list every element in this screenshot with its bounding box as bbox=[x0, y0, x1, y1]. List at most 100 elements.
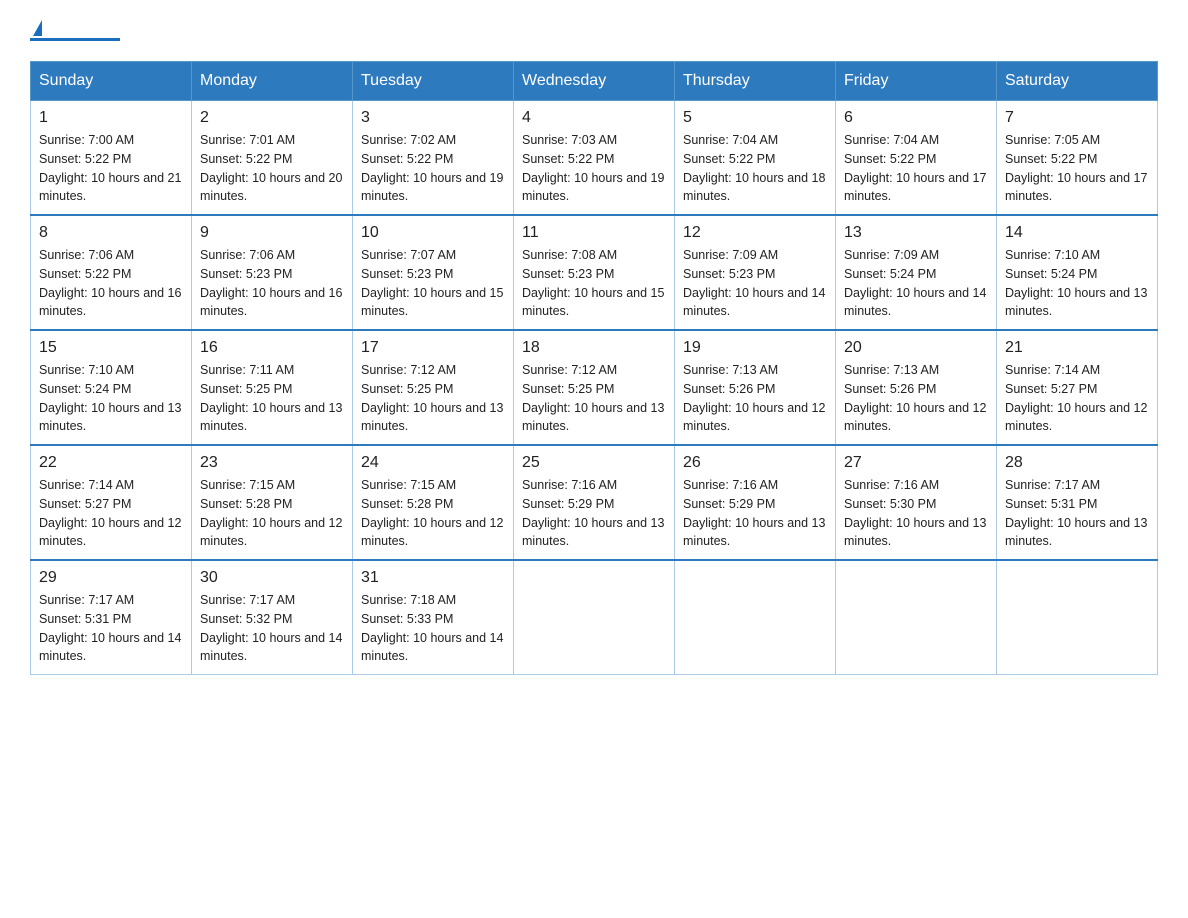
day-info: Sunrise: 7:12 AMSunset: 5:25 PMDaylight:… bbox=[361, 361, 505, 436]
calendar-cell: 8 Sunrise: 7:06 AMSunset: 5:22 PMDayligh… bbox=[31, 215, 192, 330]
page-header bbox=[30, 20, 1158, 41]
calendar-cell: 19 Sunrise: 7:13 AMSunset: 5:26 PMDaylig… bbox=[675, 330, 836, 445]
calendar-cell: 16 Sunrise: 7:11 AMSunset: 5:25 PMDaylig… bbox=[192, 330, 353, 445]
calendar-cell: 12 Sunrise: 7:09 AMSunset: 5:23 PMDaylig… bbox=[675, 215, 836, 330]
calendar-cell: 15 Sunrise: 7:10 AMSunset: 5:24 PMDaylig… bbox=[31, 330, 192, 445]
day-number: 16 bbox=[200, 339, 344, 357]
day-info: Sunrise: 7:10 AMSunset: 5:24 PMDaylight:… bbox=[1005, 246, 1149, 321]
col-header-monday: Monday bbox=[192, 62, 353, 101]
calendar-cell: 31 Sunrise: 7:18 AMSunset: 5:33 PMDaylig… bbox=[353, 560, 514, 675]
calendar-cell: 23 Sunrise: 7:15 AMSunset: 5:28 PMDaylig… bbox=[192, 445, 353, 560]
calendar-cell: 27 Sunrise: 7:16 AMSunset: 5:30 PMDaylig… bbox=[836, 445, 997, 560]
day-info: Sunrise: 7:07 AMSunset: 5:23 PMDaylight:… bbox=[361, 246, 505, 321]
day-info: Sunrise: 7:06 AMSunset: 5:22 PMDaylight:… bbox=[39, 246, 183, 321]
day-info: Sunrise: 7:17 AMSunset: 5:31 PMDaylight:… bbox=[1005, 476, 1149, 551]
calendar-cell: 14 Sunrise: 7:10 AMSunset: 5:24 PMDaylig… bbox=[997, 215, 1158, 330]
day-info: Sunrise: 7:16 AMSunset: 5:29 PMDaylight:… bbox=[522, 476, 666, 551]
day-info: Sunrise: 7:03 AMSunset: 5:22 PMDaylight:… bbox=[522, 131, 666, 206]
day-number: 5 bbox=[683, 109, 827, 127]
day-number: 24 bbox=[361, 454, 505, 472]
col-header-friday: Friday bbox=[836, 62, 997, 101]
calendar-cell: 3 Sunrise: 7:02 AMSunset: 5:22 PMDayligh… bbox=[353, 101, 514, 216]
day-info: Sunrise: 7:04 AMSunset: 5:22 PMDaylight:… bbox=[844, 131, 988, 206]
day-info: Sunrise: 7:08 AMSunset: 5:23 PMDaylight:… bbox=[522, 246, 666, 321]
calendar-cell: 18 Sunrise: 7:12 AMSunset: 5:25 PMDaylig… bbox=[514, 330, 675, 445]
day-number: 7 bbox=[1005, 109, 1149, 127]
day-number: 28 bbox=[1005, 454, 1149, 472]
calendar-cell: 6 Sunrise: 7:04 AMSunset: 5:22 PMDayligh… bbox=[836, 101, 997, 216]
calendar-cell bbox=[675, 560, 836, 675]
day-info: Sunrise: 7:17 AMSunset: 5:31 PMDaylight:… bbox=[39, 591, 183, 666]
week-row-3: 15 Sunrise: 7:10 AMSunset: 5:24 PMDaylig… bbox=[31, 330, 1158, 445]
day-number: 20 bbox=[844, 339, 988, 357]
day-number: 14 bbox=[1005, 224, 1149, 242]
day-number: 18 bbox=[522, 339, 666, 357]
day-info: Sunrise: 7:16 AMSunset: 5:29 PMDaylight:… bbox=[683, 476, 827, 551]
calendar-cell: 9 Sunrise: 7:06 AMSunset: 5:23 PMDayligh… bbox=[192, 215, 353, 330]
day-number: 19 bbox=[683, 339, 827, 357]
day-number: 9 bbox=[200, 224, 344, 242]
calendar-cell: 26 Sunrise: 7:16 AMSunset: 5:29 PMDaylig… bbox=[675, 445, 836, 560]
day-info: Sunrise: 7:09 AMSunset: 5:23 PMDaylight:… bbox=[683, 246, 827, 321]
day-info: Sunrise: 7:12 AMSunset: 5:25 PMDaylight:… bbox=[522, 361, 666, 436]
day-info: Sunrise: 7:10 AMSunset: 5:24 PMDaylight:… bbox=[39, 361, 183, 436]
col-header-thursday: Thursday bbox=[675, 62, 836, 101]
day-number: 8 bbox=[39, 224, 183, 242]
logo bbox=[30, 20, 120, 41]
calendar-cell: 5 Sunrise: 7:04 AMSunset: 5:22 PMDayligh… bbox=[675, 101, 836, 216]
day-info: Sunrise: 7:04 AMSunset: 5:22 PMDaylight:… bbox=[683, 131, 827, 206]
day-number: 30 bbox=[200, 569, 344, 587]
day-info: Sunrise: 7:15 AMSunset: 5:28 PMDaylight:… bbox=[361, 476, 505, 551]
day-number: 2 bbox=[200, 109, 344, 127]
logo-underline bbox=[30, 38, 120, 41]
day-info: Sunrise: 7:13 AMSunset: 5:26 PMDaylight:… bbox=[844, 361, 988, 436]
calendar-cell: 28 Sunrise: 7:17 AMSunset: 5:31 PMDaylig… bbox=[997, 445, 1158, 560]
day-number: 27 bbox=[844, 454, 988, 472]
calendar-cell: 2 Sunrise: 7:01 AMSunset: 5:22 PMDayligh… bbox=[192, 101, 353, 216]
calendar-cell: 7 Sunrise: 7:05 AMSunset: 5:22 PMDayligh… bbox=[997, 101, 1158, 216]
day-number: 15 bbox=[39, 339, 183, 357]
logo-triangle-icon bbox=[33, 20, 42, 36]
day-number: 3 bbox=[361, 109, 505, 127]
day-number: 4 bbox=[522, 109, 666, 127]
day-info: Sunrise: 7:13 AMSunset: 5:26 PMDaylight:… bbox=[683, 361, 827, 436]
calendar-cell: 11 Sunrise: 7:08 AMSunset: 5:23 PMDaylig… bbox=[514, 215, 675, 330]
day-number: 21 bbox=[1005, 339, 1149, 357]
day-number: 26 bbox=[683, 454, 827, 472]
day-info: Sunrise: 7:02 AMSunset: 5:22 PMDaylight:… bbox=[361, 131, 505, 206]
day-info: Sunrise: 7:05 AMSunset: 5:22 PMDaylight:… bbox=[1005, 131, 1149, 206]
week-row-1: 1 Sunrise: 7:00 AMSunset: 5:22 PMDayligh… bbox=[31, 101, 1158, 216]
calendar-cell: 29 Sunrise: 7:17 AMSunset: 5:31 PMDaylig… bbox=[31, 560, 192, 675]
week-row-5: 29 Sunrise: 7:17 AMSunset: 5:31 PMDaylig… bbox=[31, 560, 1158, 675]
day-number: 11 bbox=[522, 224, 666, 242]
calendar-cell: 4 Sunrise: 7:03 AMSunset: 5:22 PMDayligh… bbox=[514, 101, 675, 216]
col-header-saturday: Saturday bbox=[997, 62, 1158, 101]
calendar-cell bbox=[997, 560, 1158, 675]
calendar-cell: 13 Sunrise: 7:09 AMSunset: 5:24 PMDaylig… bbox=[836, 215, 997, 330]
calendar-table: SundayMondayTuesdayWednesdayThursdayFrid… bbox=[30, 61, 1158, 675]
calendar-cell: 25 Sunrise: 7:16 AMSunset: 5:29 PMDaylig… bbox=[514, 445, 675, 560]
day-info: Sunrise: 7:06 AMSunset: 5:23 PMDaylight:… bbox=[200, 246, 344, 321]
day-info: Sunrise: 7:14 AMSunset: 5:27 PMDaylight:… bbox=[1005, 361, 1149, 436]
calendar-cell: 10 Sunrise: 7:07 AMSunset: 5:23 PMDaylig… bbox=[353, 215, 514, 330]
calendar-cell: 17 Sunrise: 7:12 AMSunset: 5:25 PMDaylig… bbox=[353, 330, 514, 445]
day-info: Sunrise: 7:11 AMSunset: 5:25 PMDaylight:… bbox=[200, 361, 344, 436]
day-header-row: SundayMondayTuesdayWednesdayThursdayFrid… bbox=[31, 62, 1158, 101]
calendar-cell bbox=[836, 560, 997, 675]
calendar-cell: 1 Sunrise: 7:00 AMSunset: 5:22 PMDayligh… bbox=[31, 101, 192, 216]
day-number: 1 bbox=[39, 109, 183, 127]
day-info: Sunrise: 7:01 AMSunset: 5:22 PMDaylight:… bbox=[200, 131, 344, 206]
day-info: Sunrise: 7:15 AMSunset: 5:28 PMDaylight:… bbox=[200, 476, 344, 551]
day-number: 23 bbox=[200, 454, 344, 472]
day-info: Sunrise: 7:00 AMSunset: 5:22 PMDaylight:… bbox=[39, 131, 183, 206]
col-header-tuesday: Tuesday bbox=[353, 62, 514, 101]
calendar-cell bbox=[514, 560, 675, 675]
day-number: 25 bbox=[522, 454, 666, 472]
day-number: 10 bbox=[361, 224, 505, 242]
day-number: 6 bbox=[844, 109, 988, 127]
day-number: 13 bbox=[844, 224, 988, 242]
col-header-wednesday: Wednesday bbox=[514, 62, 675, 101]
calendar-cell: 21 Sunrise: 7:14 AMSunset: 5:27 PMDaylig… bbox=[997, 330, 1158, 445]
col-header-sunday: Sunday bbox=[31, 62, 192, 101]
day-info: Sunrise: 7:18 AMSunset: 5:33 PMDaylight:… bbox=[361, 591, 505, 666]
